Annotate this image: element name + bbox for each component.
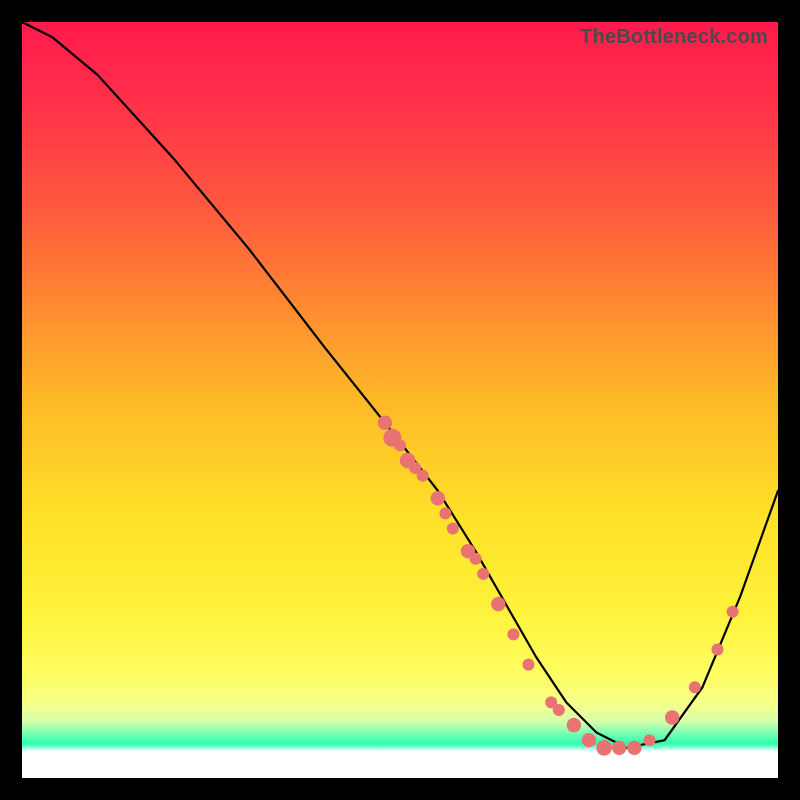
scatter-dot — [417, 470, 429, 482]
scatter-dot — [689, 681, 701, 693]
scatter-dot — [553, 704, 565, 716]
watermark-text: TheBottleneck.com — [580, 26, 768, 49]
scatter-dot — [447, 523, 459, 535]
curve-layer — [22, 22, 778, 748]
scatter-dot — [627, 741, 641, 755]
bottleneck-curve — [22, 22, 778, 748]
scatter-dot — [523, 659, 535, 671]
scatter-dot — [394, 439, 406, 451]
scatter-dot — [644, 734, 656, 746]
scatter-dot — [582, 733, 596, 747]
plot-area: TheBottleneck.com — [22, 22, 778, 778]
scatter-dot — [491, 597, 505, 611]
chart-svg — [22, 22, 778, 778]
scatter-dot — [567, 718, 581, 732]
scatter-dot — [431, 491, 445, 505]
scatter-dot — [665, 710, 679, 724]
scatter-dot — [470, 553, 482, 565]
scatter-dot — [727, 606, 739, 618]
scatter-dots — [378, 416, 739, 756]
scatter-dot — [596, 740, 612, 756]
scatter-dot — [477, 568, 489, 580]
scatter-dot — [439, 507, 451, 519]
scatter-dot — [378, 416, 392, 430]
scatter-dot — [612, 741, 626, 755]
scatter-dot — [712, 644, 724, 656]
chart-stage: TheBottleneck.com — [0, 0, 800, 800]
scatter-dot — [507, 628, 519, 640]
